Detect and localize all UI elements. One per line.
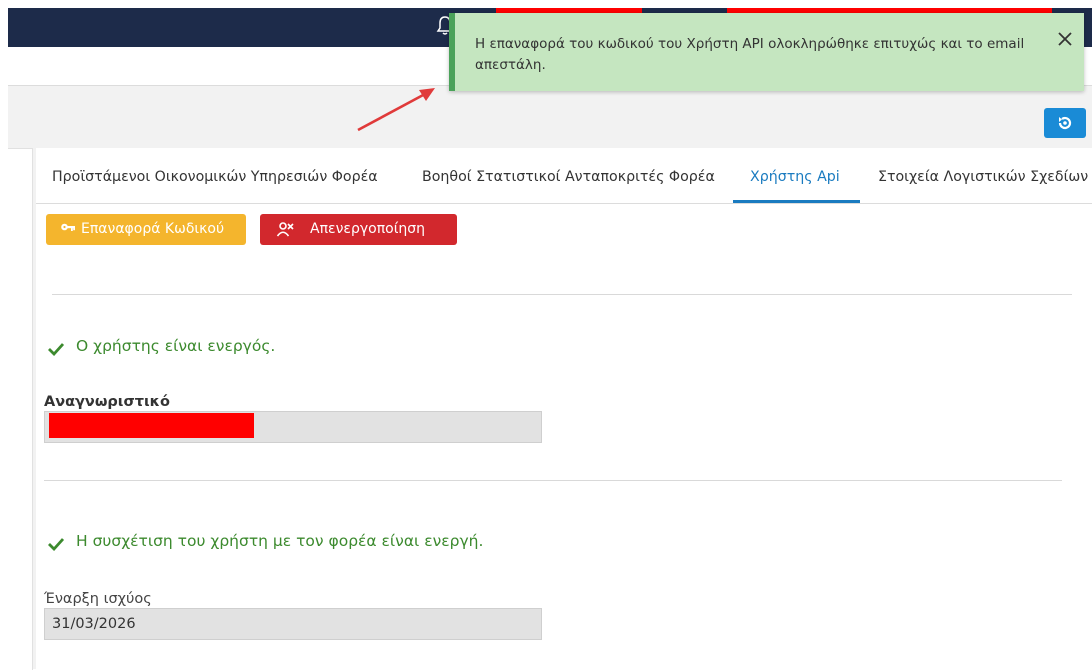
annotation-arrow: [357, 88, 435, 132]
reset-password-label: Επαναφορά Κωδικού: [81, 221, 225, 237]
success-toast: Η επαναφορά του κωδικού του Χρήστη API ο…: [449, 13, 1084, 91]
active-tab-indicator: [733, 200, 860, 203]
deactivate-button[interactable]: Απενεργοποίηση: [260, 214, 457, 245]
refresh-icon: [1058, 116, 1072, 130]
check-icon: [48, 538, 64, 551]
redacted-block: [49, 413, 254, 438]
user-active-text: Ο χρήστης είναι ενεργός.: [76, 337, 276, 355]
tab-statistical-assistants[interactable]: Βοηθοί Στατιστικοί Ανταποκριτές Φορέα: [422, 148, 715, 202]
refresh-button[interactable]: [1044, 108, 1086, 138]
divider: [52, 294, 1072, 295]
key-icon: [61, 223, 75, 231]
ban-user-icon: [276, 222, 294, 237]
tab-finance-heads[interactable]: Προϊστάμενοι Οικονομικών Υπηρεσιών Φορέα: [52, 148, 378, 202]
user-api-panel: Προϊστάμενοι Οικονομικών Υπηρεσιών Φορέα…: [36, 148, 1092, 669]
reset-password-button[interactable]: Επαναφορά Κωδικού: [46, 214, 246, 245]
tab-api-user[interactable]: Χρήστης Api: [750, 148, 840, 202]
start-date-field: [44, 608, 542, 640]
close-icon[interactable]: [1055, 29, 1075, 49]
deactivate-label: Απενεργοποίηση: [310, 221, 426, 237]
toast-message: Η επαναφορά του κωδικού του Χρήστη API ο…: [475, 36, 1025, 73]
tab-bar: Προϊστάμενοι Οικονομικών Υπηρεσιών Φορέα…: [36, 148, 1092, 204]
association-active-text: Η συσχέτιση του χρήστη με τον φορέα είνα…: [76, 532, 484, 550]
identifier-label: Αναγνωριστικό: [44, 394, 170, 410]
tab-accounting-plans[interactable]: Στοιχεία Λογιστικών Σχεδίων: [878, 148, 1088, 202]
check-icon: [48, 343, 64, 356]
divider: [44, 480, 1062, 481]
start-date-label: Έναρξη ισχύος: [44, 591, 152, 607]
side-panel-edge: [8, 148, 33, 670]
